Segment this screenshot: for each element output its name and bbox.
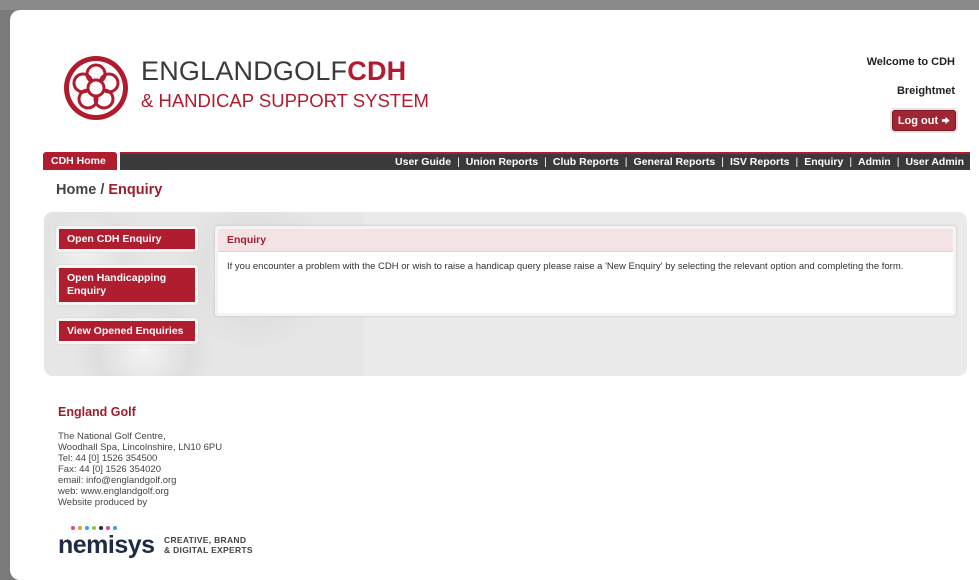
footer-email[interactable]: email: info@englandgolf.org: [58, 475, 222, 486]
nav-separator: |: [721, 156, 724, 168]
nav-separator: |: [624, 156, 628, 168]
nav-items: User Guide | Union Reports | Club Report…: [395, 154, 964, 170]
footer-phone: Tel: 44 [0] 1526 354500: [58, 453, 158, 464]
nemisys-tagline: CREATIVE, BRAND & DIGITAL EXPERTS: [164, 535, 253, 555]
nav-separator: |: [544, 156, 547, 168]
nav-isv-reports[interactable]: ISV Reports: [730, 156, 790, 168]
brand-subtitle: & HANDICAP SUPPORT SYSTEM: [141, 90, 429, 111]
welcome-text: Welcome to CDH: [866, 56, 955, 68]
nav-club-reports[interactable]: Club Reports: [553, 156, 619, 168]
nav-cdh-home[interactable]: CDH Home: [43, 152, 117, 170]
nemisys-logo[interactable]: nemisys CREATIVE, BRAND & DIGITAL EXPERT…: [58, 526, 278, 559]
nemisys-wordmark: nemisys: [58, 531, 155, 559]
nemisys-tagline-line: & DIGITAL EXPERTS: [164, 545, 253, 555]
nav-separator: |: [457, 156, 460, 168]
nav-bar: User Guide | Union Reports | Club Report…: [120, 152, 970, 170]
footer-title: England Golf: [58, 405, 136, 419]
footer-fax: Fax: 44 [0] 1526 354020: [58, 464, 161, 475]
arrow-right-icon: [942, 116, 950, 125]
open-cdh-enquiry-button[interactable]: Open CDH Enquiry: [56, 226, 198, 252]
page: ENGLANDGOLFCDH & HANDICAP SUPPORT SYSTEM…: [10, 10, 979, 580]
enquiry-description: If you encounter a problem with the CDH …: [227, 261, 904, 272]
breadcrumb: Home / Enquiry: [56, 182, 162, 198]
nav-user-admin[interactable]: User Admin: [905, 156, 964, 168]
breadcrumb-home[interactable]: Home: [56, 182, 96, 198]
england-golf-rose-logo-icon[interactable]: [62, 54, 130, 122]
nav-separator: |: [849, 156, 853, 168]
footer-address-line: The National Golf Centre,: [58, 431, 166, 442]
nav-separator: |: [896, 156, 900, 168]
nav-enquiry[interactable]: Enquiry: [804, 156, 843, 168]
browser-top-strip: [0, 0, 979, 10]
footer-address-line: Woodhall Spa, Lincolnshire, LN10 6PU: [58, 442, 223, 453]
enquiry-title: Enquiry: [218, 229, 953, 252]
enquiry-box: Enquiry If you encounter a problem with …: [215, 226, 956, 316]
nav-admin[interactable]: Admin: [858, 156, 891, 168]
brand-title: ENGLANDGOLFCDH: [141, 56, 406, 87]
nav-union-reports[interactable]: Union Reports: [466, 156, 538, 168]
nemisys-tagline-line: CREATIVE, BRAND: [164, 535, 247, 545]
nemisys-dots-icon: [71, 526, 117, 530]
nav-separator: |: [795, 156, 799, 168]
nav-general-reports[interactable]: General Reports: [634, 156, 716, 168]
logout-button[interactable]: Log out: [892, 110, 956, 131]
brand-title-main: ENGLANDGOLF: [141, 56, 348, 86]
content-panel: Open CDH Enquiry Open Handicapping Enqui…: [44, 212, 967, 376]
footer-produced-by: Website produced by: [58, 497, 148, 508]
footer-web[interactable]: web: www.englandgolf.org: [58, 486, 222, 497]
brand-title-cdh: CDH: [347, 56, 407, 86]
breadcrumb-separator: /: [100, 182, 105, 198]
logout-label: Log out: [897, 114, 939, 127]
main-nav: CDH Home User Guide | Union Reports | Cl…: [43, 152, 970, 170]
breadcrumb-current: Enquiry: [108, 182, 163, 198]
footer-address: The National Golf Centre, Woodhall Spa, …: [58, 431, 222, 508]
nav-user-guide[interactable]: User Guide: [395, 156, 451, 168]
club-name: Breightmet: [896, 85, 955, 97]
view-opened-enquiries-button[interactable]: View Opened Enquiries: [56, 318, 198, 344]
open-handicapping-enquiry-button[interactable]: Open Handicapping Enquiry: [56, 265, 198, 305]
